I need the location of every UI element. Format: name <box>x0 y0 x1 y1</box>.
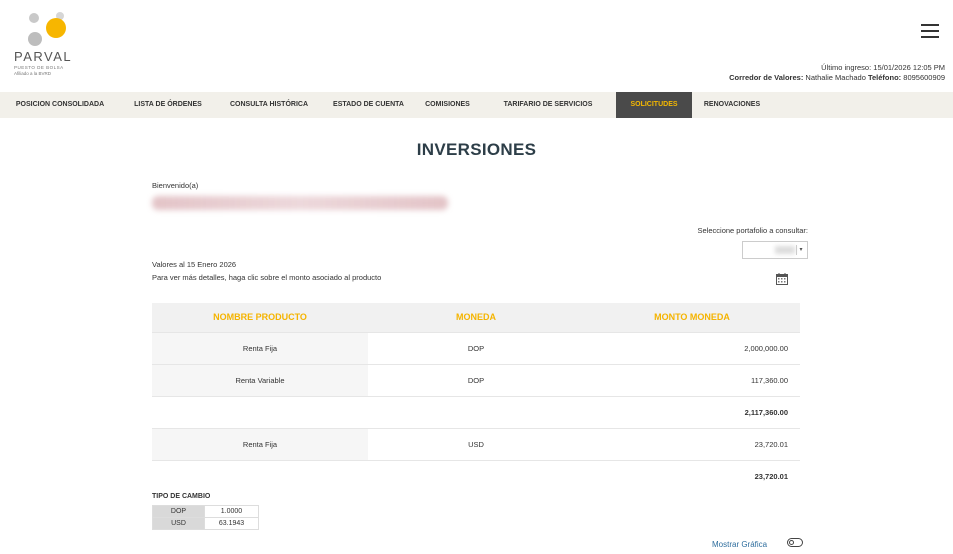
col-product: NOMBRE PRODUCTO <box>152 303 368 332</box>
nav-estado-cuenta[interactable]: ESTADO DE CUENTA <box>322 92 415 118</box>
page-title: INVERSIONES <box>416 140 537 159</box>
details-hint: Para ver más detalles, haga clic sobre e… <box>152 273 382 282</box>
subtotal-row: 23,720.01 <box>152 459 800 492</box>
currency-cell: DOP <box>368 331 584 364</box>
hamburger-menu-icon[interactable] <box>921 24 939 38</box>
toggle-knob <box>789 540 794 545</box>
session-info: Último ingreso: 15/01/2026 12:05 PM Corr… <box>729 63 945 83</box>
currency-cell: DOP <box>368 363 584 396</box>
subtotal-cell: 23,720.01 <box>584 459 800 492</box>
chevron-down-icon: ▾ <box>796 245 805 255</box>
broker-label: Corredor de Valores: <box>729 73 804 82</box>
toggle-switch-icon[interactable] <box>787 538 803 547</box>
product-cell[interactable]: Renta Variable <box>152 363 368 396</box>
table-row: Renta Fija USD 23,720.01 <box>152 427 800 460</box>
show-chart-link[interactable]: Mostrar Gráfica <box>712 540 767 549</box>
table-header-row: NOMBRE PRODUCTO MONEDA MONTO MONEDA <box>152 303 800 332</box>
subtotal-spacer <box>152 395 584 428</box>
logo-subtitle: PUESTO DE BOLSA <box>14 65 64 70</box>
amount-cell[interactable]: 117,360.00 <box>584 363 800 396</box>
amount-cell[interactable]: 23,720.01 <box>584 427 800 460</box>
subtotal-spacer <box>152 459 584 492</box>
broker-name: Nathalie Machado <box>805 73 866 82</box>
table-row: Renta Fija DOP 2,000,000.00 <box>152 331 800 364</box>
product-cell[interactable]: Renta Fija <box>152 331 368 364</box>
logo-dots-icon <box>28 12 72 46</box>
nav-comisiones[interactable]: COMISIONES <box>415 92 480 118</box>
phone-value: 8095600909 <box>903 73 945 82</box>
amount-cell[interactable]: 2,000,000.00 <box>584 331 800 364</box>
nav-posicion-consolidada[interactable]: POSICION CONSOLIDADA <box>0 92 120 118</box>
col-currency: MONEDA <box>368 303 584 332</box>
nav-solicitudes[interactable]: SOLICITUDES <box>616 92 692 118</box>
welcome-text: Bienvenido(a) <box>152 181 199 190</box>
user-name-redacted <box>152 196 448 210</box>
nav-consulta-historica[interactable]: CONSULTA HISTÓRICA <box>216 92 322 118</box>
phone-label: Teléfono: <box>867 73 902 82</box>
product-cell[interactable]: Renta Fija <box>152 427 368 460</box>
subtotal-row: 2,117,360.00 <box>152 395 800 428</box>
exchange-currency: DOP <box>152 505 205 518</box>
header: PARVAL PUESTO DE BOLSA Afiliado a la BVR… <box>0 0 953 92</box>
calendar-icon[interactable] <box>776 272 788 285</box>
exchange-currency: USD <box>152 517 205 530</box>
exchange-row: USD 63.1943 <box>152 517 259 530</box>
last-login: Último ingreso: 15/01/2026 12:05 PM <box>821 63 945 72</box>
nav-lista-ordenes[interactable]: LISTA DE ÓRDENES <box>120 92 216 118</box>
logo-affiliation: Afiliado a la BVRD <box>14 71 52 76</box>
portfolio-value-redacted <box>775 246 795 254</box>
parval-logo[interactable]: PARVAL PUESTO DE BOLSA Afiliado a la BVR… <box>14 12 84 82</box>
portfolio-select[interactable]: ▾ <box>742 241 808 259</box>
col-amount: MONTO MONEDA <box>584 303 800 332</box>
exchange-rate: 63.1943 <box>204 517 259 530</box>
exchange-rate: 1.0000 <box>204 505 259 518</box>
portfolio-label: Seleccione portafolio a consultar: <box>697 226 808 235</box>
subtotal-cell: 2,117,360.00 <box>584 395 800 428</box>
investments-table: NOMBRE PRODUCTO MONEDA MONTO MONEDA Rent… <box>152 303 800 492</box>
exchange-table: DOP 1.0000 USD 63.1943 <box>152 505 259 530</box>
main-nav: POSICION CONSOLIDADA LISTA DE ÓRDENES CO… <box>0 92 953 118</box>
exchange-title: TIPO DE CAMBIO <box>152 493 211 500</box>
broker-info: Corredor de Valores: Nathalie Machado Te… <box>729 73 945 83</box>
nav-tarifario-servicios[interactable]: TARIFARIO DE SERVICIOS <box>480 92 616 118</box>
nav-renovaciones[interactable]: RENOVACIONES <box>692 92 772 118</box>
logo-brand: PARVAL <box>14 49 73 64</box>
values-date: Valores al 15 Enero 2026 <box>152 260 237 269</box>
table-row: Renta Variable DOP 117,360.00 <box>152 363 800 396</box>
currency-cell: USD <box>368 427 584 460</box>
exchange-row: DOP 1.0000 <box>152 505 259 518</box>
